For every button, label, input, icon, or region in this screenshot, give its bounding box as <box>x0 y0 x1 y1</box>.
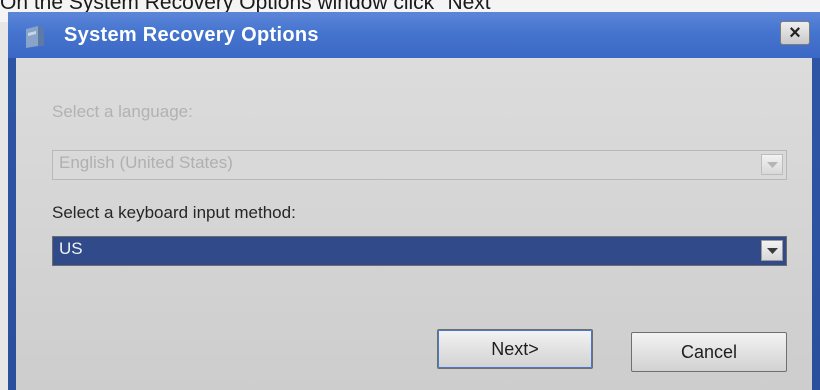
system-recovery-window: System Recovery Options × Select a langu… <box>8 12 820 390</box>
keyboard-select[interactable]: US <box>52 236 787 266</box>
dialog-body: Select a language: English (United State… <box>16 58 812 390</box>
window-title: System Recovery Options <box>64 24 319 46</box>
chevron-down-icon <box>767 162 778 168</box>
language-value: English (United States) <box>59 153 233 172</box>
language-select: English (United States) <box>52 150 787 180</box>
keyboard-dropdown-arrow[interactable] <box>761 240 783 261</box>
keyboard-value: US <box>59 239 83 258</box>
chevron-down-icon <box>767 248 778 254</box>
title-bar[interactable]: System Recovery Options × <box>8 12 820 58</box>
language-dropdown-arrow <box>761 154 783 175</box>
cancel-button[interactable]: Cancel <box>631 332 787 372</box>
close-button[interactable]: × <box>780 21 810 45</box>
next-button[interactable]: Next> <box>437 329 593 369</box>
keyboard-label: Select a keyboard input method: <box>52 203 296 222</box>
close-icon: × <box>789 22 801 44</box>
language-label: Select a language: <box>52 102 193 121</box>
app-icon <box>26 26 44 48</box>
